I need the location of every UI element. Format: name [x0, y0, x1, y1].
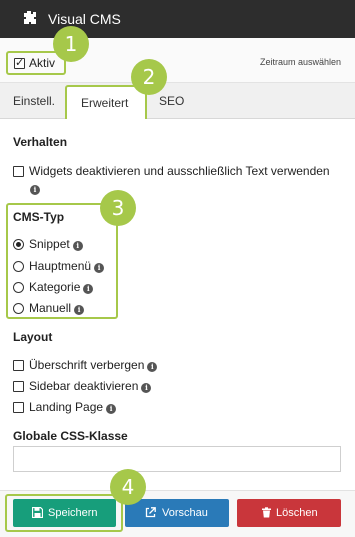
- active-checkbox[interactable]: [14, 56, 25, 69]
- info-icon[interactable]: i: [30, 185, 40, 195]
- floppy-disk-icon: [32, 507, 43, 518]
- disable-sidebar-label: Sidebar deaktivieren: [29, 379, 139, 393]
- widgets-only-text-label: Widgets deaktivieren und ausschließlich …: [29, 164, 330, 178]
- tab-advanced[interactable]: Erweitert: [65, 85, 147, 119]
- select-period-link[interactable]: Zeitraum auswählen: [260, 57, 341, 67]
- preview-label: Vorschau: [162, 507, 208, 519]
- info-icon[interactable]: i: [74, 305, 85, 315]
- tab-bar: Einstell. Erweitert SEO: [0, 83, 355, 119]
- footer-actions: Speichern Vorschau Löschen: [0, 490, 355, 537]
- title-bar: Visual CMS: [0, 0, 355, 38]
- external-link-icon: [145, 507, 156, 518]
- category-label: Kategorie: [29, 280, 81, 294]
- widgets-only-text-checkbox[interactable]: [13, 166, 24, 177]
- info-icon[interactable]: i: [83, 284, 94, 294]
- hide-heading-checkbox[interactable]: [13, 360, 24, 371]
- css-class-input[interactable]: [13, 446, 341, 472]
- callout-badge-1: 1: [53, 26, 89, 62]
- widgets-info: i: [13, 181, 40, 195]
- delete-button[interactable]: Löschen: [237, 499, 341, 527]
- disable-sidebar-checkbox[interactable]: [13, 381, 24, 392]
- callout-badge-3: 3: [100, 190, 136, 226]
- behavior-heading: Verhalten: [13, 135, 68, 149]
- info-icon[interactable]: i: [141, 383, 152, 393]
- landing-page-checkbox[interactable]: [13, 402, 24, 413]
- trash-icon: [262, 507, 271, 518]
- info-icon[interactable]: i: [147, 362, 158, 372]
- main-menu-radio[interactable]: [13, 261, 24, 272]
- snippet-label: Snippet: [29, 237, 70, 251]
- landing-page-label: Landing Page: [29, 400, 104, 414]
- delete-label: Löschen: [276, 507, 318, 519]
- tab-seo[interactable]: SEO: [159, 94, 184, 108]
- info-icon[interactable]: i: [72, 241, 83, 251]
- main-menu-label: Hauptmenü: [29, 259, 92, 273]
- layout-heading: Layout: [13, 330, 53, 344]
- active-label: Aktiv: [29, 56, 56, 70]
- callout-badge-2: 2: [131, 59, 167, 95]
- hide-heading-label: Überschrift verbergen: [29, 358, 145, 372]
- category-radio[interactable]: [13, 282, 24, 293]
- preview-button[interactable]: Vorschau: [125, 499, 229, 527]
- save-label: Speichern: [48, 507, 98, 519]
- app-title: Visual CMS: [48, 11, 121, 27]
- css-class-heading: Globale CSS-Klasse: [13, 429, 128, 443]
- info-icon[interactable]: i: [106, 404, 117, 414]
- info-icon[interactable]: i: [94, 263, 105, 273]
- manual-radio[interactable]: [13, 303, 24, 314]
- cms-type-heading: CMS-Typ: [13, 210, 65, 224]
- tab-settings[interactable]: Einstell.: [13, 94, 55, 108]
- snippet-radio[interactable]: [13, 239, 24, 250]
- callout-badge-4: 4: [110, 469, 146, 505]
- save-button[interactable]: Speichern: [13, 499, 116, 527]
- tab-advanced-label: Erweitert: [81, 96, 129, 110]
- manual-label: Manuell: [29, 301, 72, 315]
- puzzle-icon: [24, 11, 36, 24]
